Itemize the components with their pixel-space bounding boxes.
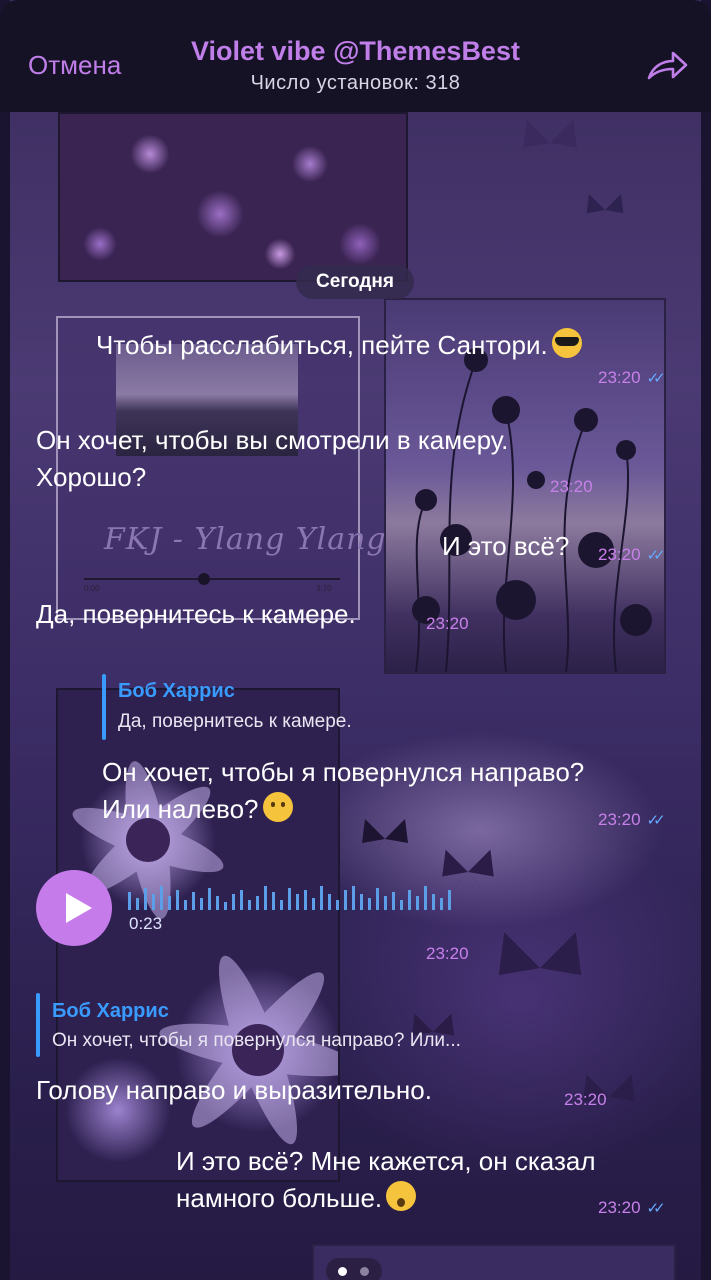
message-text: Голову направо и выразительно. <box>36 1075 432 1105</box>
butterfly-icon <box>523 119 577 167</box>
message-outgoing[interactable]: И это всё? <box>442 528 569 565</box>
music-progress-knob <box>198 573 210 585</box>
reply-bar <box>36 993 40 1057</box>
message-time: 23:20 <box>564 1090 607 1109</box>
reply-author: Боб Харрис <box>118 680 235 702</box>
voice-duration: 0:23 <box>129 914 163 933</box>
play-button[interactable] <box>36 870 112 946</box>
message-time: 23:20 ✓✓ <box>598 1198 666 1217</box>
message-line: Хорошо? <box>36 462 147 492</box>
page-dot-active[interactable] <box>338 1267 347 1276</box>
butterfly-icon <box>586 194 624 226</box>
message-line: Он хочет, чтобы вы смотрели в камеру. <box>36 425 509 455</box>
left-edge <box>0 0 10 1280</box>
message-text: Да, повернитесь к камере. <box>36 599 356 629</box>
message-incoming[interactable]: Да, повернитесь к камере. <box>36 596 356 633</box>
reply-quote[interactable]: Да, повернитесь к камере. <box>118 711 352 733</box>
message-outgoing[interactable]: Чтобы расслабиться, пейте Сантори. <box>96 327 582 364</box>
wallpaper-flowers-photo <box>58 112 408 282</box>
reply-author: Боб Харрис <box>52 1000 169 1022</box>
music-progress-track <box>84 578 340 580</box>
voice-waveform[interactable] <box>128 880 458 910</box>
read-checkmarks-icon: ✓✓ <box>646 370 666 387</box>
theme-preview-screen: FKJ - Ylang Ylang 0:00 3:70 Отмена Viole… <box>0 0 711 1280</box>
message-time: 23:20 ✓✓ <box>598 368 666 387</box>
message-outgoing[interactable]: И это всё? Мне кажется, он сказал намног… <box>176 1143 596 1217</box>
message-time: 23:20 <box>426 944 469 963</box>
read-checkmarks-icon: ✓✓ <box>646 547 666 564</box>
music-end-time: 3:70 <box>316 584 332 593</box>
music-start-time: 0:00 <box>84 584 100 593</box>
message-incoming[interactable]: Он хочет, чтобы вы смотрели в камеру. Хо… <box>36 422 508 496</box>
message-time: 23:20 <box>426 614 469 633</box>
preview-header: Отмена Violet vibe @ThemesBest Число уст… <box>0 0 711 112</box>
message-time: 23:20 ✓✓ <box>598 810 666 829</box>
message-time: 23:20 <box>550 477 593 496</box>
install-count: Число установок: 318 <box>250 72 461 94</box>
smiling-face-with-sunglasses-icon <box>551 328 582 358</box>
thinking-face-icon <box>262 792 293 822</box>
message-time: 23:20 ✓✓ <box>598 545 666 564</box>
reply-quote[interactable]: Он хочет, чтобы я повернулся направо? Ил… <box>52 1030 461 1052</box>
music-card-title: FKJ - Ylang Ylang <box>104 522 387 557</box>
message-line: Или налево? <box>102 794 259 824</box>
message-incoming[interactable]: Голову направо и выразительно. <box>36 1072 432 1109</box>
message-line: И это всё? Мне кажется, он сказал <box>176 1146 596 1176</box>
message-line: Он хочет, чтобы я повернулся направо? <box>102 757 585 787</box>
date-separator: Сегодня <box>296 265 414 299</box>
read-checkmarks-icon: ✓✓ <box>646 1200 666 1217</box>
message-text: И это всё? <box>442 531 570 561</box>
message-text: Чтобы расслабиться, пейте Сантори. <box>96 330 548 360</box>
theme-title: Violet vibe @ThemesBest <box>191 36 520 66</box>
butterfly-icon <box>498 932 582 1004</box>
read-checkmarks-icon: ✓✓ <box>646 812 666 829</box>
hushed-face-icon <box>386 1181 417 1211</box>
page-indicator[interactable] <box>326 1258 382 1280</box>
message-outgoing[interactable]: Он хочет, чтобы я повернулся направо? Ил… <box>102 754 584 828</box>
message-line: намного больше. <box>176 1183 383 1213</box>
page-dot[interactable] <box>360 1267 369 1276</box>
reply-bar <box>102 674 106 740</box>
share-icon[interactable] <box>645 48 689 84</box>
right-edge <box>701 0 711 1280</box>
